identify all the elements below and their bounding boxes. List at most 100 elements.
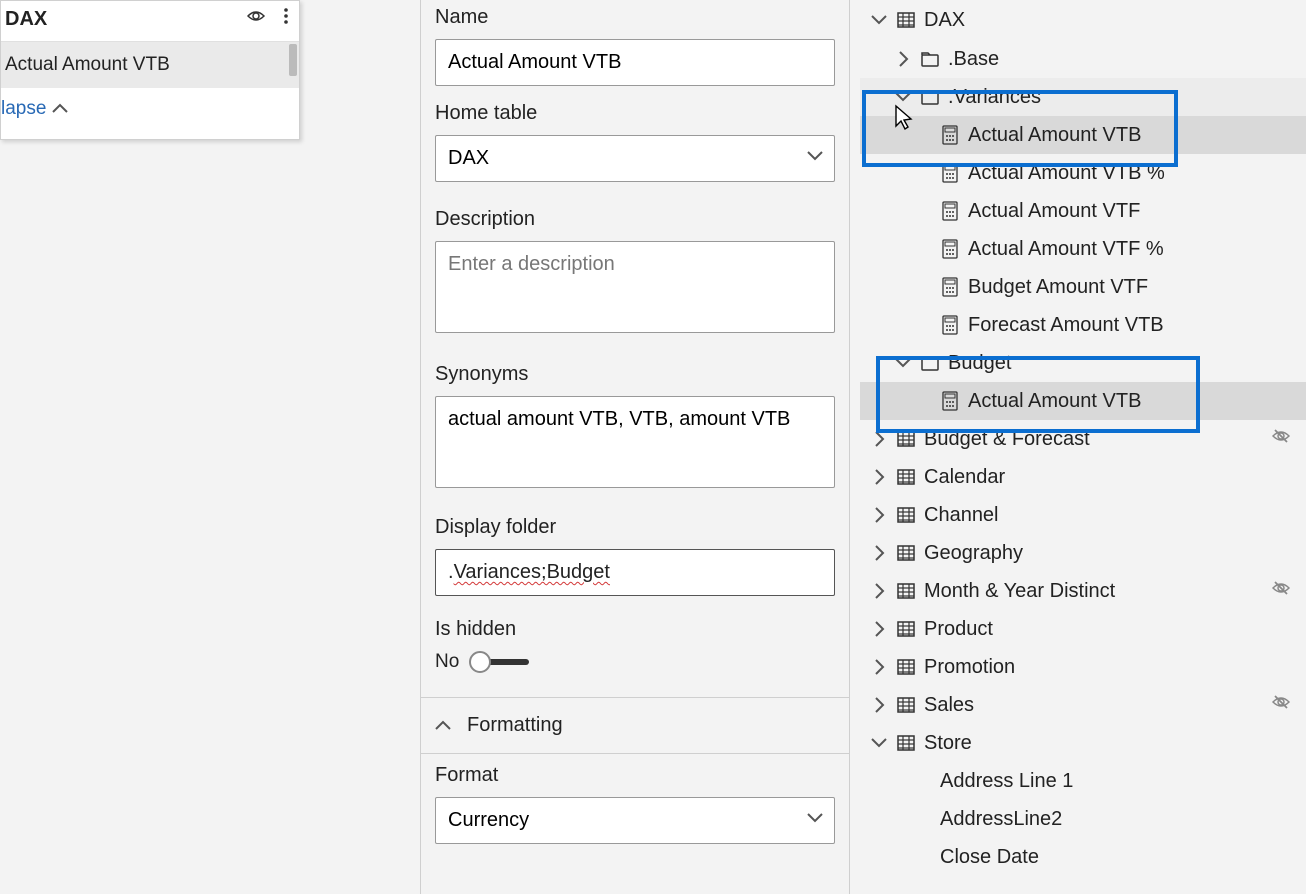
tree-measure-item[interactable]: Actual Amount VTB % (860, 154, 1306, 192)
tree-measure-item[interactable]: Actual Amount VTB (860, 116, 1306, 154)
description-input[interactable] (435, 241, 835, 333)
table-icon (896, 658, 916, 676)
tree-label: Budget Amount VTF (968, 276, 1148, 299)
collapse-label: lapse (1, 98, 46, 120)
measure-icon (940, 125, 960, 145)
measure-item-label: Actual Amount VTB (5, 54, 170, 75)
tree-measure-item[interactable]: Budget Amount VTF (860, 268, 1306, 306)
tree-label: Actual Amount VTB (968, 124, 1141, 147)
measure-icon (940, 239, 960, 259)
chevron-right-icon (870, 621, 888, 637)
measure-list-item[interactable]: Actual Amount VTB (1, 42, 299, 88)
measure-icon (940, 277, 960, 297)
tree-label: Budget & Forecast (924, 428, 1090, 451)
visibility-icon[interactable] (247, 7, 269, 31)
is-hidden-toggle[interactable] (473, 659, 529, 665)
table-icon (896, 734, 916, 752)
name-input[interactable] (435, 39, 835, 86)
tree-label: Product (924, 618, 993, 641)
panel-title: DAX (5, 8, 47, 31)
folder-icon (920, 50, 940, 68)
properties-panel: Name Home table Description Synonyms Dis… (420, 0, 850, 894)
table-icon (896, 11, 916, 29)
tree-table-item[interactable]: Channel (860, 496, 1306, 534)
tree-label: Month & Year Distinct (924, 580, 1115, 603)
name-label: Name (435, 6, 835, 29)
hidden-icon (1272, 427, 1290, 451)
tree-column-item[interactable]: Address Line 1 (860, 762, 1306, 800)
tree-label: Sales (924, 694, 974, 717)
display-folder-input[interactable]: .Variances;Budget (435, 549, 835, 596)
tree-label: AddressLine2 (940, 808, 1062, 831)
tree-table-item[interactable]: Calendar (860, 458, 1306, 496)
tree-table-store[interactable]: Store (860, 724, 1306, 762)
chevron-down-icon (894, 355, 912, 371)
display-folder-label: Display folder (435, 516, 835, 539)
tree-label: DAX (924, 9, 965, 32)
chevron-right-icon (870, 507, 888, 523)
measure-list-panel: DAX Actual Amount VTB lapse (0, 0, 300, 140)
hidden-icon (1272, 579, 1290, 603)
tree-measure-item[interactable]: Actual Amount VTB (860, 382, 1306, 420)
tree-column-item[interactable]: AddressLine2 (860, 800, 1306, 838)
formatting-section-header[interactable]: Formatting (421, 697, 849, 754)
tree-label: .Variances (948, 86, 1041, 109)
chevron-right-icon (870, 659, 888, 675)
fields-tree-panel: DAX .Base .Variances … Actual Amount VTB… (860, 0, 1306, 894)
table-icon (896, 506, 916, 524)
tree-table-dax[interactable]: DAX (860, 0, 1306, 40)
more-options-icon[interactable] (283, 7, 289, 31)
tree-label: Store (924, 732, 972, 755)
chevron-right-icon (870, 697, 888, 713)
tree-measure-item[interactable]: Forecast Amount VTB (860, 306, 1306, 344)
home-table-select[interactable] (435, 135, 835, 182)
measure-icon (940, 201, 960, 221)
tree-label: Promotion (924, 656, 1015, 679)
table-icon (896, 620, 916, 638)
table-icon (896, 430, 916, 448)
tree-folder-variances[interactable]: .Variances … (860, 78, 1306, 116)
is-hidden-value: No (435, 651, 459, 673)
table-icon (896, 544, 916, 562)
table-icon (896, 582, 916, 600)
chevron-right-icon (870, 469, 888, 485)
folder-icon (920, 354, 940, 372)
folder-icon (920, 88, 940, 106)
scrollbar-thumb[interactable] (289, 44, 297, 76)
hidden-icon (1272, 693, 1290, 717)
tree-folder-base[interactable]: .Base (860, 40, 1306, 78)
tree-label: .Base (948, 48, 999, 71)
format-label: Format (435, 764, 835, 787)
tree-label: Budget (948, 352, 1011, 375)
tree-table-item[interactable]: Budget & Forecast (860, 420, 1306, 458)
tree-table-item[interactable]: Geography (860, 534, 1306, 572)
tree-table-item[interactable]: Sales (860, 686, 1306, 724)
tree-label: Address Line 1 (940, 770, 1073, 793)
chevron-right-icon (870, 545, 888, 561)
description-label: Description (435, 208, 835, 231)
format-select[interactable] (435, 797, 835, 844)
tree-label: Channel (924, 504, 999, 527)
chevron-right-icon (870, 431, 888, 447)
tree-table-item[interactable]: Month & Year Distinct (860, 572, 1306, 610)
tree-label: Actual Amount VTB % (968, 162, 1165, 185)
tree-table-item[interactable]: Promotion (860, 648, 1306, 686)
measure-icon (940, 391, 960, 411)
chevron-down-icon (894, 89, 912, 105)
tree-measure-item[interactable]: Actual Amount VTF (860, 192, 1306, 230)
tree-measure-item[interactable]: Actual Amount VTF % (860, 230, 1306, 268)
chevron-down-icon (870, 735, 888, 751)
tree-folder-budget[interactable]: Budget (860, 344, 1306, 382)
tree-label: Calendar (924, 466, 1005, 489)
synonyms-input[interactable] (435, 396, 835, 488)
tree-column-item[interactable]: Close Date (860, 838, 1306, 876)
collapse-link[interactable]: lapse (1, 88, 299, 130)
chevron-right-icon (894, 51, 912, 67)
tree-label: Close Date (940, 846, 1039, 869)
tree-label: Forecast Amount VTB (968, 314, 1164, 337)
formatting-section-label: Formatting (467, 714, 563, 737)
measure-icon (940, 315, 960, 335)
chevron-down-icon (870, 12, 888, 28)
display-folder-value: Variances;Budget (454, 561, 610, 583)
tree-table-item[interactable]: Product (860, 610, 1306, 648)
